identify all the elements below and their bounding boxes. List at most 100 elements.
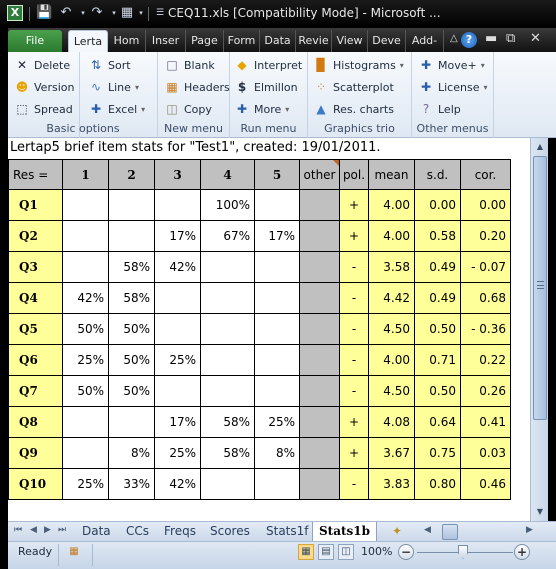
last-sheet-icon[interactable]: ⏭ xyxy=(58,525,66,535)
cell-cor[interactable]: 0.03 xyxy=(460,437,511,469)
cell-r2[interactable]: 33% xyxy=(108,468,155,500)
tab-view[interactable]: View xyxy=(332,30,368,52)
cell-r5[interactable] xyxy=(254,313,300,345)
zoom-in-button[interactable]: + xyxy=(514,544,530,560)
cell-r1[interactable] xyxy=(62,406,109,438)
cell-r2[interactable] xyxy=(108,406,155,438)
sheet-tab-ccs[interactable]: CCs xyxy=(120,522,155,541)
format-dropdown-icon[interactable]: ▾ xyxy=(133,5,149,21)
cell-r4[interactable] xyxy=(200,251,255,283)
cell-r4[interactable] xyxy=(200,375,255,407)
cell-pol[interactable]: - xyxy=(339,251,369,283)
minimize-ribbon-icon[interactable]: △ xyxy=(450,33,458,44)
cell-other[interactable] xyxy=(299,344,340,376)
cell-r3[interactable] xyxy=(154,375,201,407)
cell-mean[interactable]: 3.67 xyxy=(368,437,415,469)
cell-mean[interactable]: 4.00 xyxy=(368,344,415,376)
cell-r1[interactable] xyxy=(62,189,109,221)
cell-r5[interactable] xyxy=(254,189,300,221)
header-cor[interactable]: cor. xyxy=(460,159,511,190)
header-4[interactable]: 4 xyxy=(200,159,255,190)
help-icon[interactable]: ? xyxy=(461,32,477,48)
cell-r4[interactable] xyxy=(200,282,255,314)
cell-r3[interactable] xyxy=(154,189,201,221)
cell-pol[interactable]: + xyxy=(339,437,369,469)
scroll-down-icon[interactable]: ▼ xyxy=(531,504,549,520)
sort-button[interactable]: ⇅ Sort xyxy=(88,55,131,75)
header-1[interactable]: 1 xyxy=(62,159,109,190)
item-label[interactable]: Q9 xyxy=(8,437,63,469)
scroll-right-icon[interactable]: ▶ xyxy=(526,525,533,535)
first-sheet-icon[interactable]: ⏮ xyxy=(14,525,22,535)
excel-button[interactable]: ✚ Excel ▾ xyxy=(88,99,145,119)
cell-pol[interactable]: + xyxy=(339,406,369,438)
cell-r1[interactable]: 42% xyxy=(62,282,109,314)
cell-r1[interactable]: 25% xyxy=(62,344,109,376)
line-button[interactable]: ∿ Line ▾ xyxy=(88,77,139,97)
scroll-up-icon[interactable]: ▲ xyxy=(531,139,549,155)
cell-other[interactable] xyxy=(299,251,340,283)
sheet-caption[interactable]: Lertap5 brief item stats for "Test1", cr… xyxy=(10,140,381,155)
cell-r5[interactable] xyxy=(254,375,300,407)
cell-pol[interactable]: - xyxy=(339,282,369,314)
cell-cor[interactable]: 0.68 xyxy=(460,282,511,314)
cell-r1[interactable]: 50% xyxy=(62,375,109,407)
cell-pol[interactable]: - xyxy=(339,375,369,407)
cell-cor[interactable]: 0.00 xyxy=(460,189,511,221)
cell-r5[interactable]: 25% xyxy=(254,406,300,438)
undo-icon[interactable]: ↶ xyxy=(58,5,74,21)
header-sd[interactable]: s.d. xyxy=(414,159,461,190)
cell-cor[interactable]: 0.20 xyxy=(460,220,511,252)
cell-sd[interactable]: 0.50 xyxy=(414,313,461,345)
cell-r1[interactable] xyxy=(62,437,109,469)
redo-icon[interactable]: ↷ xyxy=(89,5,105,21)
more-button[interactable]: ✚ More ▾ xyxy=(234,99,289,119)
normal-view-icon[interactable]: ▦ xyxy=(298,544,314,560)
cell-r1[interactable] xyxy=(62,220,109,252)
cell-r2[interactable] xyxy=(108,189,155,221)
cell-r3[interactable]: 17% xyxy=(154,406,201,438)
cell-r5[interactable] xyxy=(254,282,300,314)
hscroll-thumb[interactable] xyxy=(442,524,458,540)
cell-r4[interactable] xyxy=(200,468,255,500)
cell-pol[interactable]: - xyxy=(339,313,369,345)
cell-sd[interactable]: 0.49 xyxy=(414,282,461,314)
cell-r3[interactable] xyxy=(154,282,201,314)
interpret-button[interactable]: ◆ Interpret xyxy=(234,55,302,75)
cell-mean[interactable]: 4.08 xyxy=(368,406,415,438)
scroll-left-icon[interactable]: ◀ xyxy=(424,525,431,535)
header-3[interactable]: 3 xyxy=(154,159,201,190)
cell-r3[interactable]: 17% xyxy=(154,220,201,252)
cell-r4[interactable]: 58% xyxy=(200,406,255,438)
cell-r4[interactable]: 58% xyxy=(200,437,255,469)
cell-r4[interactable]: 67% xyxy=(200,220,255,252)
item-label[interactable]: Q7 xyxy=(8,375,63,407)
cell-r2[interactable]: 58% xyxy=(108,251,155,283)
tab-review[interactable]: Revie xyxy=(296,30,332,52)
cell-r2[interactable]: 50% xyxy=(108,344,155,376)
tab-formulas[interactable]: Form xyxy=(224,30,260,52)
cell-r5[interactable] xyxy=(254,344,300,376)
cell-r3[interactable]: 42% xyxy=(154,251,201,283)
cell-other[interactable] xyxy=(299,468,340,500)
license-button[interactable]: ✚ License ▾ xyxy=(418,77,488,97)
header-pol[interactable]: pol. xyxy=(339,159,369,190)
sheet-tab-freqs[interactable]: Freqs xyxy=(158,522,202,541)
item-label[interactable]: Q5 xyxy=(8,313,63,345)
cell-sd[interactable]: 0.00 xyxy=(414,189,461,221)
cell-sd[interactable]: 0.64 xyxy=(414,406,461,438)
scroll-thumb[interactable] xyxy=(533,156,547,420)
headers-button[interactable]: ▦ Headers xyxy=(164,77,229,97)
header-other[interactable]: other xyxy=(299,159,340,190)
cell-other[interactable] xyxy=(299,406,340,438)
cell-r2[interactable] xyxy=(108,220,155,252)
tab-home[interactable]: Hom xyxy=(108,30,146,52)
item-label[interactable]: Q1 xyxy=(8,189,63,221)
prev-sheet-icon[interactable]: ◀ xyxy=(30,525,37,535)
cell-r2[interactable]: 8% xyxy=(108,437,155,469)
item-label[interactable]: Q10 xyxy=(8,468,63,500)
header-res[interactable]: Res = xyxy=(8,159,63,190)
tab-page[interactable]: Page xyxy=(186,30,224,52)
item-label[interactable]: Q2 xyxy=(8,220,63,252)
restore-icon[interactable]: ⧉ xyxy=(506,31,515,46)
